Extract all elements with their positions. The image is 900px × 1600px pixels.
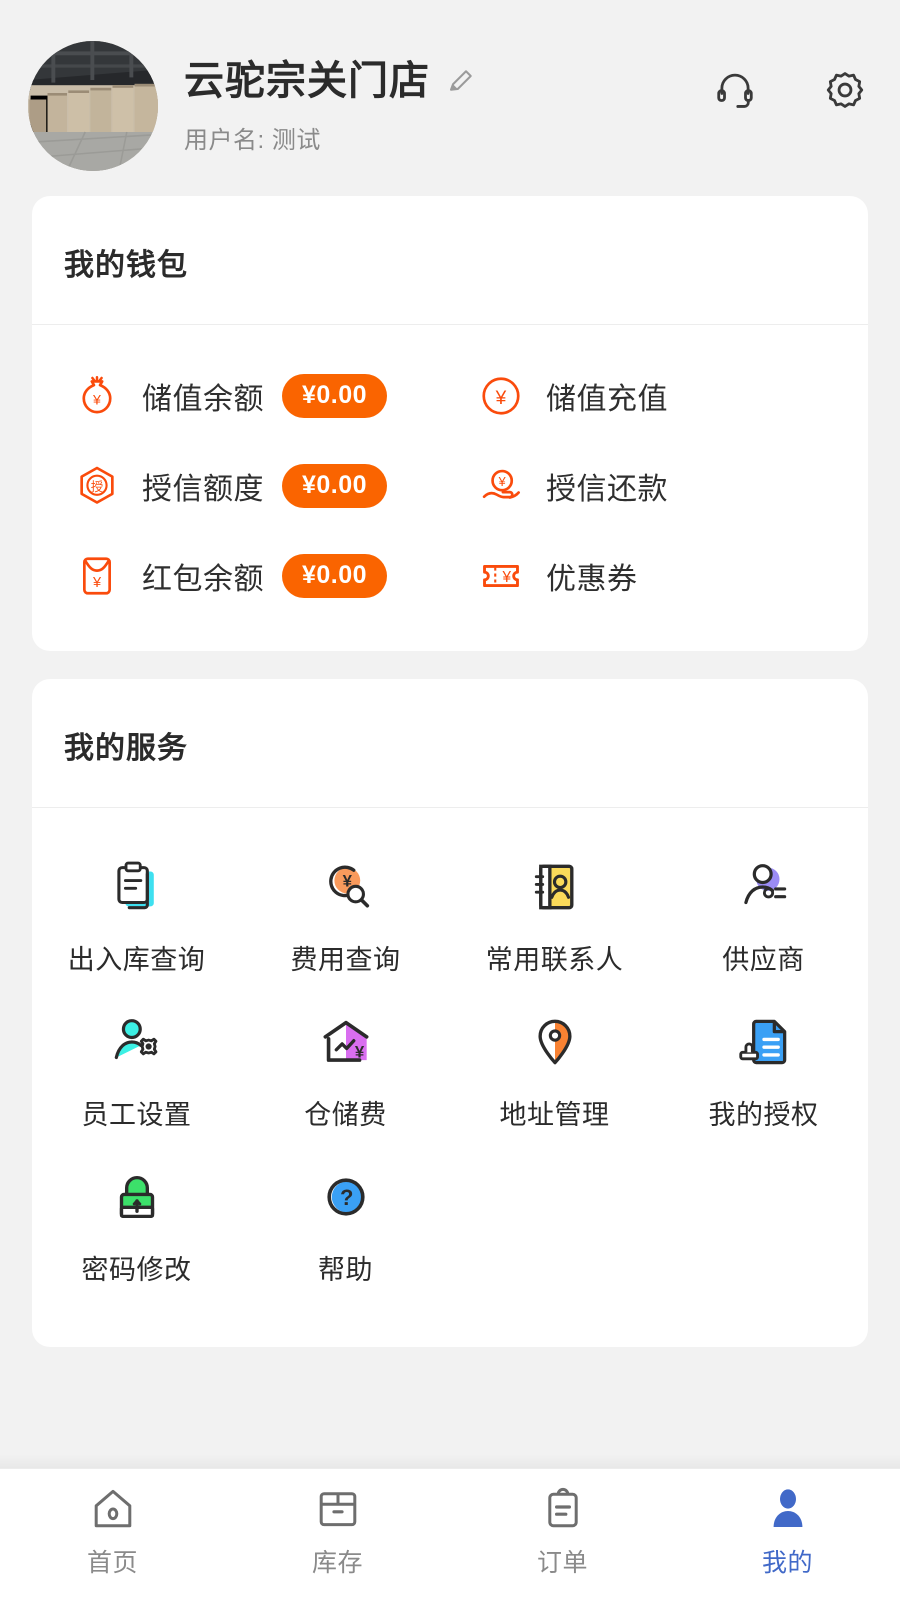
wallet-title: 我的钱包: [64, 249, 188, 282]
hand-coin-icon: ¥: [482, 469, 520, 499]
service-label: 仓储费: [304, 1100, 387, 1130]
service-label: 费用查询: [290, 945, 401, 975]
order-clipboard-icon: [547, 1487, 578, 1528]
coupon-ticket-icon: ¥: [483, 564, 519, 588]
wallet-amount-badge: ¥0.00: [282, 374, 388, 418]
services-grid: 出入库查询 ¥ 费用查询 常用联系人 供应商 员工设置 ¥ 仓储费 地址管理 我…: [32, 808, 868, 1347]
tab-home[interactable]: 首页: [0, 1469, 225, 1579]
person-icon: [773, 1489, 802, 1527]
warehouse-fee-icon: ¥: [323, 1020, 368, 1062]
wallet-amount-badge: ¥0.00: [282, 554, 388, 598]
service-label: 我的授权: [708, 1100, 819, 1130]
service-item-authorization[interactable]: 我的授权: [659, 989, 868, 1144]
service-item-warehouse-fee[interactable]: ¥ 仓储费: [241, 989, 450, 1144]
tab-label: 库存: [311, 1549, 363, 1577]
tab-profile[interactable]: 我的: [675, 1469, 900, 1579]
username-label: 用户名: 测试: [184, 126, 321, 154]
header-actions: [714, 69, 866, 143]
svg-text:¥: ¥: [501, 569, 511, 586]
svg-text:¥: ¥: [354, 1043, 364, 1062]
clipboard-search-icon: [116, 861, 154, 910]
supplier-person-icon: [743, 864, 786, 905]
profile-screen: 云驼宗关门店 用户名: 测试 我的钱包 ¥ 储值余额 ¥0.00 ¥ 储值充值 …: [0, 0, 900, 1600]
service-label: 常用联系人: [485, 945, 624, 975]
red-envelope-icon: ¥: [83, 557, 111, 595]
wallet-item-coupon[interactable]: ¥ 优惠券: [450, 531, 868, 621]
store-name-row[interactable]: 云驼宗关门店: [184, 58, 714, 104]
identity-block: 云驼宗关门店 用户名: 测试: [184, 58, 714, 155]
fee-search-icon: ¥: [328, 865, 369, 908]
svg-text:¥: ¥: [495, 388, 507, 409]
svg-text:?: ?: [339, 1185, 352, 1210]
gear-icon[interactable]: [824, 69, 866, 111]
wallet-item-recharge[interactable]: ¥ 储值充值: [450, 351, 868, 441]
wallet-card: 我的钱包 ¥ 储值余额 ¥0.00 ¥ 储值充值 授 授信额度 ¥0.00 ¥ …: [32, 196, 868, 651]
wallet-item-credit-limit[interactable]: 授 授信额度 ¥0.00: [32, 441, 450, 531]
staff-settings-icon: [114, 1019, 157, 1060]
wallet-amount-badge: ¥0.00: [282, 464, 388, 508]
credit-hexagon-icon: 授: [80, 466, 114, 504]
service-label: 供应商: [722, 945, 805, 975]
bottom-tabbar: 首页 库存 订单 我的: [0, 1468, 900, 1600]
money-bag-icon: ¥: [82, 375, 112, 414]
help-question-icon: ?: [326, 1178, 365, 1216]
yuan-circle-icon: ¥: [482, 377, 520, 415]
headset-icon[interactable]: [714, 69, 756, 111]
home-icon: [94, 1489, 131, 1528]
service-item-contacts[interactable]: 常用联系人: [450, 834, 659, 989]
profile-header: 云驼宗关门店 用户名: 测试: [0, 0, 900, 196]
tab-orders[interactable]: 订单: [450, 1469, 675, 1579]
svg-text:¥: ¥: [498, 475, 507, 489]
box-icon: [319, 1492, 356, 1527]
wallet-item-label: 优惠券: [546, 563, 638, 596]
avatar[interactable]: [28, 41, 158, 171]
svg-text:授: 授: [91, 480, 103, 494]
wallet-item-label: 储值余额: [142, 383, 264, 416]
services-title: 我的服务: [64, 732, 188, 765]
lock-icon: [119, 1176, 154, 1219]
page-title: 云驼宗关门店: [184, 58, 430, 103]
location-pin-icon: [537, 1019, 572, 1065]
tab-label: 首页: [86, 1549, 138, 1577]
wallet-item-credit-repay[interactable]: ¥ 授信还款: [450, 441, 868, 531]
wallet-item-label: 储值充值: [546, 383, 668, 416]
service-item-change-password[interactable]: 密码修改: [32, 1144, 241, 1299]
service-item-help[interactable]: ? 帮助: [241, 1144, 450, 1299]
wallet-item-redpacket-balance[interactable]: ¥ 红包余额 ¥0.00: [32, 531, 450, 621]
service-item-address[interactable]: 地址管理: [450, 989, 659, 1144]
service-label: 地址管理: [499, 1100, 610, 1130]
service-label: 帮助: [318, 1255, 373, 1285]
service-item-staff-settings[interactable]: 员工设置: [32, 989, 241, 1144]
wallet-item-label: 红包余额: [142, 563, 264, 596]
service-label: 出入库查询: [67, 945, 206, 975]
svg-text:¥: ¥: [92, 575, 102, 591]
warehouse-photo-avatar: [28, 41, 158, 171]
tabbar-shadow: [0, 1454, 900, 1468]
pencil-icon[interactable]: [446, 66, 476, 96]
tab-inventory[interactable]: 库存: [225, 1469, 450, 1579]
service-item-fee-query[interactable]: ¥ 费用查询: [241, 834, 450, 989]
service-item-inout-query[interactable]: 出入库查询: [32, 834, 241, 989]
service-label: 密码修改: [81, 1255, 192, 1285]
services-card: 我的服务 出入库查询 ¥ 费用查询 常用联系人 供应商 员工设置 ¥ 仓储费 地…: [32, 679, 868, 1347]
service-label: 员工设置: [81, 1100, 192, 1130]
wallet-body: ¥ 储值余额 ¥0.00 ¥ 储值充值 授 授信额度 ¥0.00 ¥ 授信还款 …: [32, 325, 868, 651]
service-item-supplier[interactable]: 供应商: [659, 834, 868, 989]
authorization-doc-icon: [738, 1019, 786, 1065]
svg-text:¥: ¥: [92, 392, 101, 408]
wallet-item-label: 授信额度: [142, 473, 264, 506]
wallet-item-label: 授信还款: [546, 473, 668, 506]
tab-label: 订单: [536, 1549, 588, 1577]
tab-label: 我的: [761, 1549, 813, 1577]
address-book-icon: [534, 864, 573, 910]
wallet-item-stored-balance[interactable]: ¥ 储值余额 ¥0.00: [32, 351, 450, 441]
